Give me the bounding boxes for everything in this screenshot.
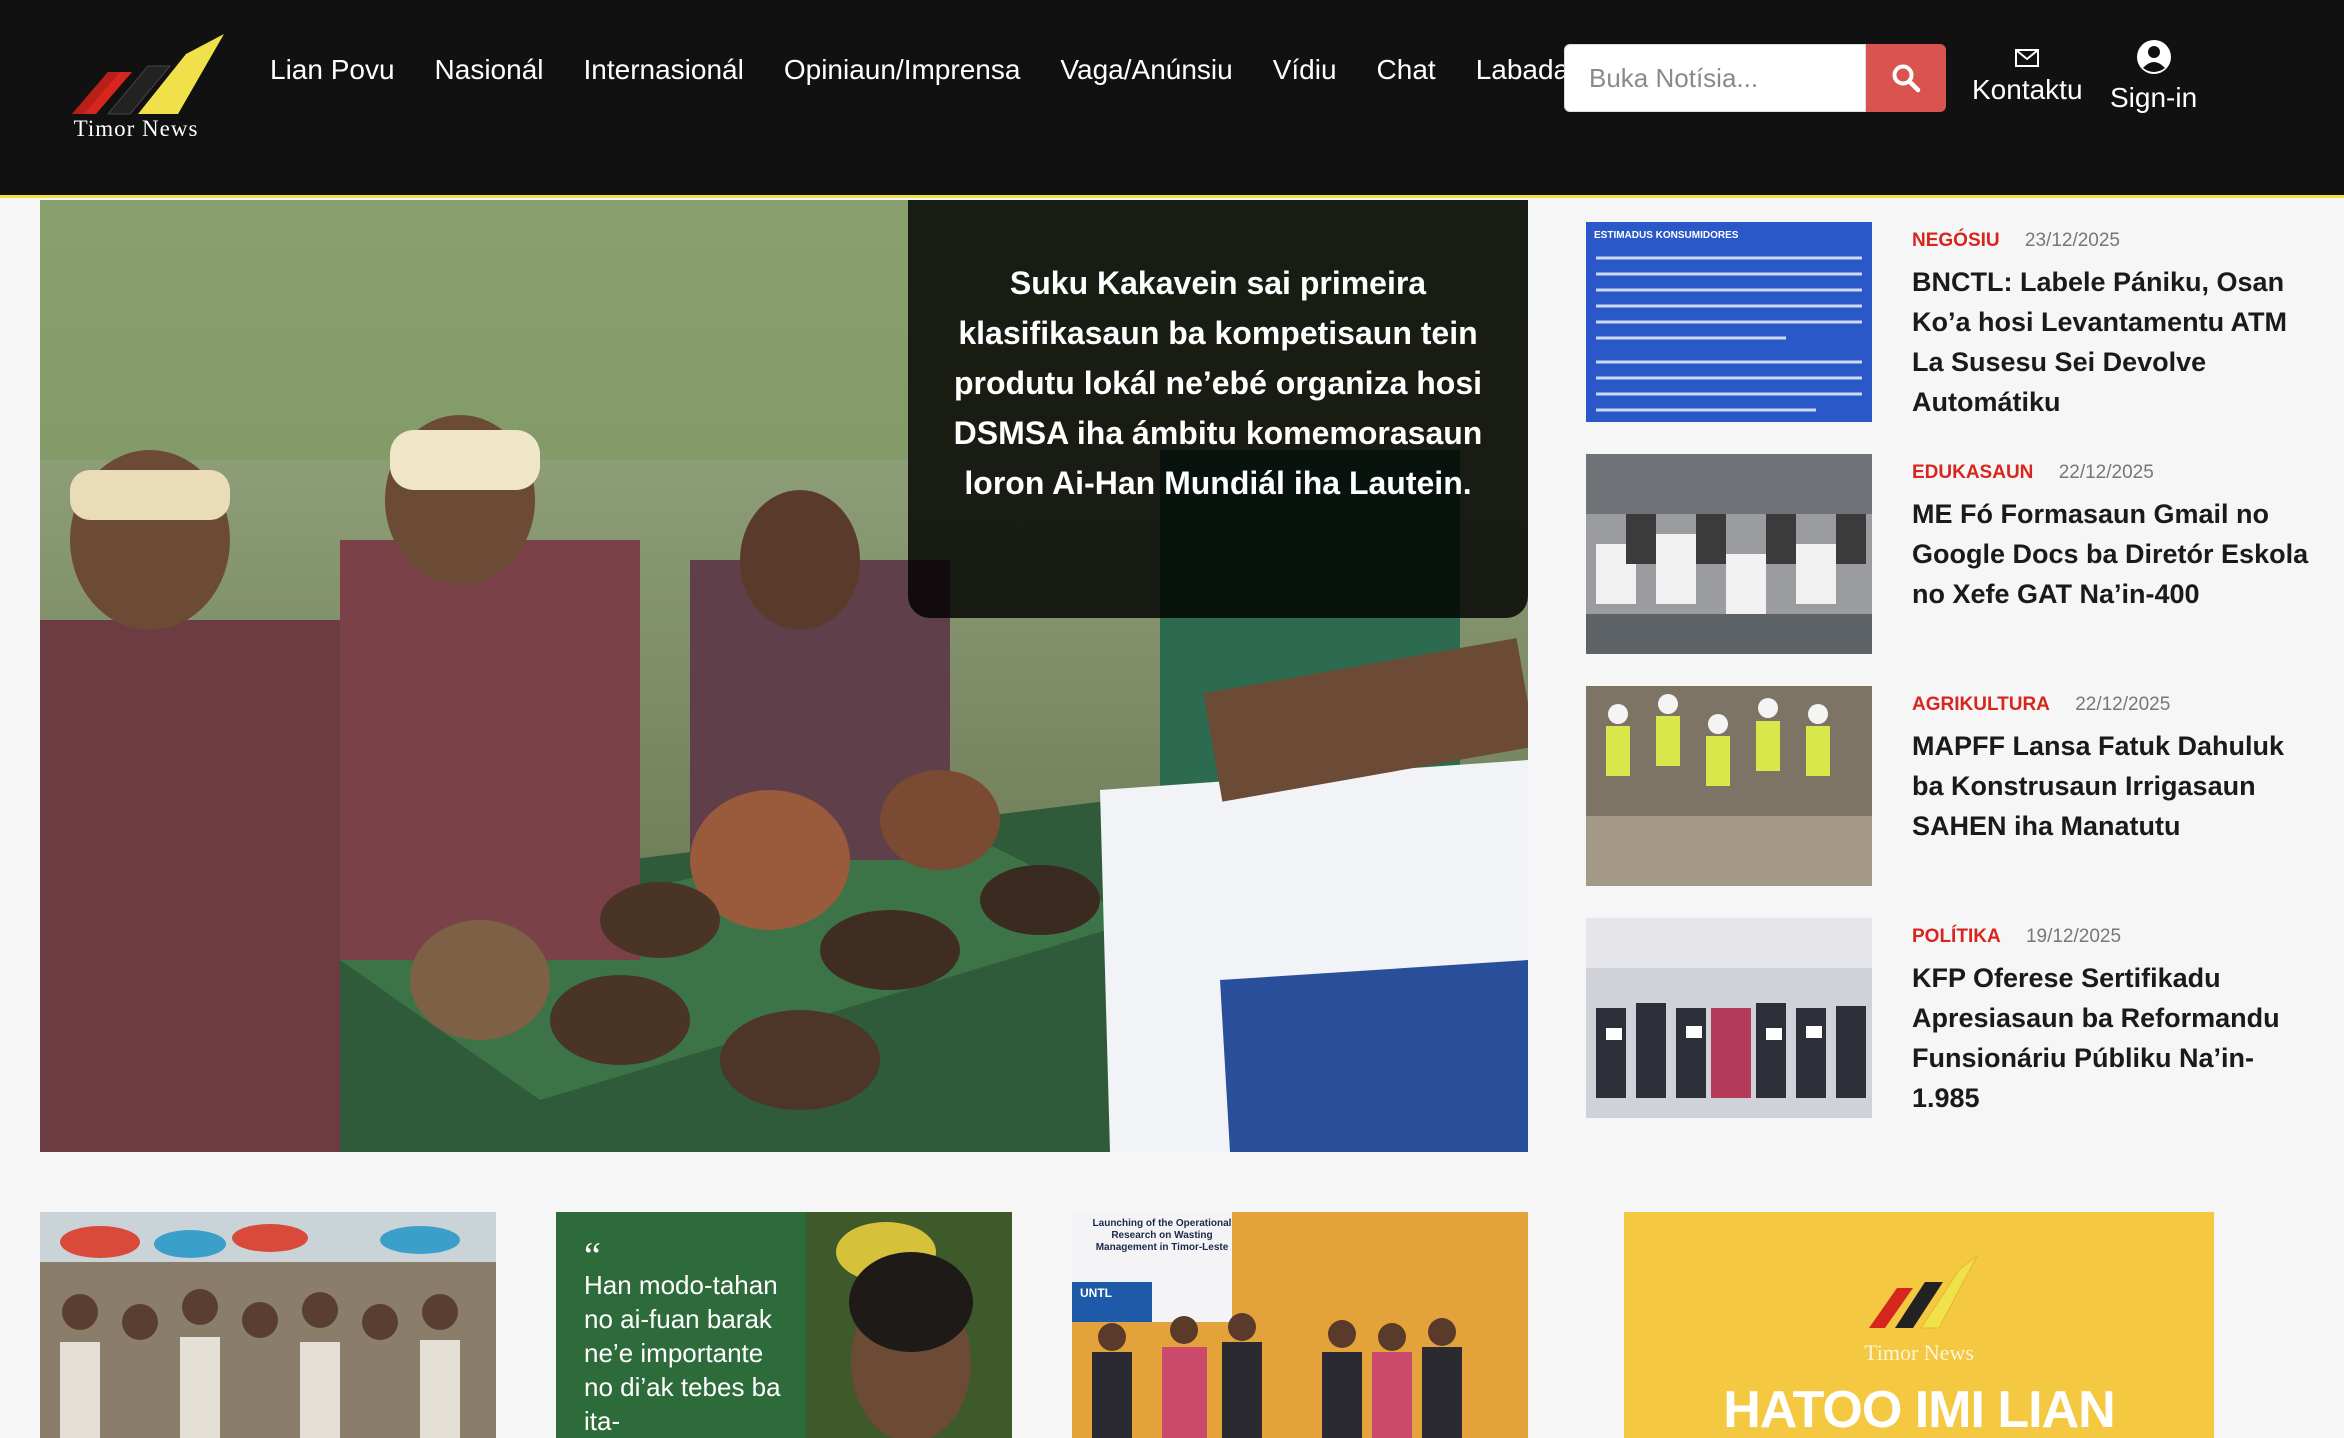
category-label[interactable]: POLÍTIKA — [1912, 926, 2001, 947]
logo-text: Timor News — [73, 116, 199, 141]
site-header: Timor News Lian Povu Nasionál Internasio… — [0, 0, 2344, 198]
search-bar — [1564, 44, 1946, 112]
article-title[interactable]: KFP Oferese Sertifikadu Apresiasaun ba R… — [1912, 958, 2312, 1118]
article-thumbnail: ESTIMADUS KONSUMIDORES — [1586, 222, 1872, 422]
list-item[interactable]: EDUKASAUN 22/12/2025 ME Fó Formasaun Gma… — [1586, 454, 2308, 654]
hero-caption[interactable]: Suku Kakavein sai primeira klasifikasaun… — [908, 200, 1528, 618]
article-card[interactable]: Launching of the Operational Research on… — [1072, 1212, 1528, 1438]
nav-lian-povu[interactable]: Lian Povu — [270, 54, 395, 86]
quote-text: Han modo-tahan no ai-fuan barak ne’e imp… — [584, 1270, 781, 1436]
list-item[interactable]: ESTIMADUS KONSUMIDORES NEGÓSIU 23/12/202… — [1586, 222, 2306, 422]
article-meta: POLÍTIKA 19/12/2025 — [1912, 926, 2121, 948]
article-thumbnail — [1586, 918, 1872, 1118]
contact-label: Kontaktu — [1972, 74, 2083, 105]
article-title[interactable]: MAPFF Lansa Fatuk Dahuluk ba Konstrusaun… — [1912, 726, 2312, 846]
nav-chat[interactable]: Chat — [1377, 54, 1436, 86]
main-nav: Lian Povu Nasionál Internasionál Opiniau… — [270, 54, 1631, 86]
nav-internasional[interactable]: Internasionál — [584, 54, 744, 86]
list-item[interactable]: AGRIKULTURA 22/12/2025 MAPFF Lansa Fatuk… — [1586, 686, 2306, 886]
ad-logo — [1869, 1255, 1978, 1329]
banner-org-logo: UNTL — [1080, 1286, 1112, 1300]
thumbnail-text-lines — [1596, 256, 1862, 412]
user-circle-icon — [2136, 40, 2171, 74]
nav-opiniaun-imprensa[interactable]: Opiniaun/Imprensa — [784, 54, 1021, 86]
list-item[interactable]: POLÍTIKA 19/12/2025 KFP Oferese Sertifik… — [1586, 918, 2306, 1118]
thumbnail-photo — [1586, 918, 1872, 1118]
article-meta: NEGÓSIU 23/12/2025 — [1912, 230, 2120, 252]
article-title[interactable]: BNCTL: Labele Pániku, Osan Ko’a hosi Lev… — [1912, 262, 2312, 422]
search-input[interactable] — [1564, 44, 1866, 112]
thumbnail-photo — [1586, 454, 1872, 654]
article-date: 22/12/2025 — [2075, 694, 2171, 715]
signin-link[interactable]: Sign-in — [2110, 38, 2197, 114]
signin-label: Sign-in — [2110, 82, 2198, 113]
banner-text: Launching of the Operational Research on… — [1092, 1218, 1232, 1253]
search-button[interactable] — [1866, 44, 1946, 112]
envelope-icon — [2015, 49, 2040, 67]
nav-vidiu[interactable]: Vídiu — [1273, 54, 1337, 86]
nav-vaga-anunsiu[interactable]: Vaga/Anúnsiu — [1060, 54, 1232, 86]
search-icon — [1892, 64, 1921, 93]
article-thumbnail — [1586, 454, 1872, 654]
article-date: 19/12/2025 — [2025, 926, 2122, 947]
article-card[interactable] — [40, 1212, 496, 1438]
category-label[interactable]: EDUKASAUN — [1912, 462, 2033, 483]
article-meta: AGRIKULTURA 22/12/2025 — [1912, 694, 2170, 716]
hero-caption-text: Suku Kakavein sai primeira klasifikasaun… — [953, 265, 1483, 501]
hero-article[interactable]: Suku Kakavein sai primeira klasifikasaun… — [40, 200, 1528, 1152]
ad-logo-text: Timor News — [1864, 1340, 1974, 1365]
article-date: 23/12/2025 — [2024, 230, 2120, 251]
contact-link[interactable]: Kontaktu — [1972, 38, 2083, 106]
card-photo — [40, 1212, 496, 1438]
ad-headline: HATOO IMI LIAN — [1723, 1381, 2115, 1438]
thumbnail-photo — [1586, 686, 1872, 886]
category-label[interactable]: AGRIKULTURA — [1912, 694, 2050, 715]
article-title[interactable]: ME Fó Formasaun Gmail no Google Docs ba … — [1912, 494, 2312, 614]
nav-nasional[interactable]: Nasionál — [435, 54, 544, 86]
article-meta: EDUKASAUN 22/12/2025 — [1912, 462, 2154, 484]
advertisement-banner[interactable]: Timor News HATOO IMI LIAN — [1624, 1212, 2214, 1438]
category-label[interactable]: NEGÓSIU — [1912, 230, 2000, 251]
article-date: 22/12/2025 — [2058, 462, 2154, 483]
article-thumbnail — [1586, 686, 1872, 886]
article-card[interactable]: “ Han modo-tahan no ai-fuan barak ne’e i… — [556, 1212, 1012, 1438]
